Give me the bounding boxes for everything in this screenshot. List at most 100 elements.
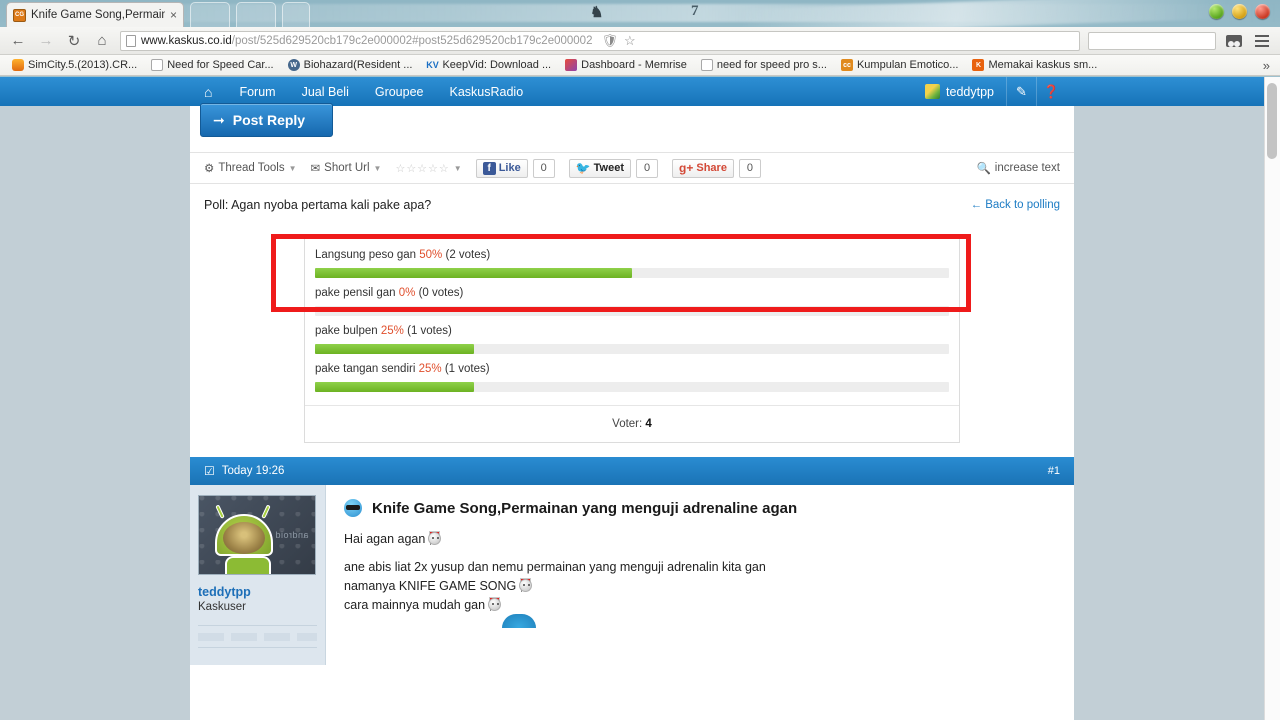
- twitter-tweet-label: Tweet: [593, 162, 625, 174]
- kaskus-icon: cc: [840, 59, 853, 71]
- nav-item-groupee[interactable]: Groupee: [362, 77, 437, 106]
- search-input[interactable]: [1088, 31, 1216, 50]
- thread-rating[interactable]: ☆☆☆☆☆ ▼: [395, 162, 461, 175]
- nav-item-kaskusradio[interactable]: KaskusRadio: [437, 77, 537, 106]
- url-hash: #post525d629520cb179c2e000002: [412, 34, 593, 47]
- post-text-line: ane abis liat 2x yusup dan nemu permaina…: [344, 560, 1056, 574]
- reply-arrow-icon: ➞: [213, 111, 225, 128]
- poll-option-percent: 0%: [398, 287, 416, 299]
- thread-tools-button[interactable]: ⚙ Thread Tools ▼: [204, 161, 297, 175]
- user-icon[interactable]: [1224, 31, 1244, 51]
- poll-option-votes: (0 votes): [418, 287, 464, 299]
- bookmark-item[interactable]: KV KeepVid: Download ...: [420, 58, 557, 72]
- kaskus-k-icon: K: [972, 59, 985, 71]
- page-icon: [151, 59, 164, 71]
- question-mark-icon[interactable]: ❓: [1036, 77, 1066, 106]
- post-author-username[interactable]: teddytpp: [198, 585, 317, 599]
- avatar[interactable]: android: [198, 495, 316, 575]
- poll-option-percent: 50%: [419, 249, 443, 261]
- checkbox-icon[interactable]: ☑: [204, 464, 215, 478]
- page-info-icon[interactable]: [126, 34, 136, 47]
- close-window-button[interactable]: [1255, 4, 1270, 19]
- address-bar[interactable]: www.kaskus.co.id/post/525d629520cb179c2e…: [120, 30, 1080, 51]
- poll-option-text: Langsung peso gan: [315, 249, 417, 261]
- forward-icon[interactable]: →: [36, 31, 56, 51]
- bookmark-item[interactable]: W Biohazard(Resident ...: [282, 58, 419, 72]
- url-id: 525d629520cb179c2e000002: [259, 34, 413, 47]
- back-icon[interactable]: ←: [8, 31, 28, 51]
- wordpress-icon: W: [287, 59, 300, 71]
- reload-icon[interactable]: ↻: [64, 31, 84, 51]
- post-author-title: Kaskuser: [198, 601, 246, 613]
- short-url-label: Short Url: [324, 162, 370, 174]
- bookmarks-overflow-icon[interactable]: »: [1263, 58, 1274, 73]
- facebook-like-widget[interactable]: f Like 0: [475, 158, 555, 178]
- post-number[interactable]: #1: [1048, 465, 1060, 477]
- poll-section: Poll: Agan nyoba pertama kali pake apa? …: [190, 184, 1074, 443]
- twitter-tweet-button[interactable]: 🐦 Tweet: [568, 158, 632, 178]
- post-reply-button[interactable]: ➞ Post Reply: [200, 103, 333, 137]
- tab-ghost-3: [282, 2, 310, 27]
- facebook-like-count: 0: [532, 158, 555, 178]
- address-bar-url: www.kaskus.co.id/post/525d629520cb179c2e…: [141, 35, 592, 47]
- thread-toolbar: ⚙ Thread Tools ▼ ✉ Short Url ▼ ☆☆☆☆☆ ▼ f…: [190, 152, 1074, 184]
- rating-stars-icon: ☆☆☆☆☆: [395, 162, 450, 175]
- avatar-icon: [925, 84, 941, 99]
- google-share-button[interactable]: g+ Share: [672, 158, 734, 178]
- nav-home-icon[interactable]: ⌂: [190, 77, 226, 106]
- sunglasses-emoticon-icon: [344, 499, 362, 517]
- bookmark-item[interactable]: Need for Speed Car...: [145, 58, 279, 72]
- post-body: android teddytpp Kaskuser Knife Game Son…: [190, 485, 1074, 665]
- post-user-panel: android teddytpp Kaskuser: [190, 485, 326, 665]
- chevron-down-icon: ▼: [373, 163, 382, 173]
- maximize-button[interactable]: [1232, 4, 1247, 19]
- bookmark-item[interactable]: need for speed pro s...: [695, 58, 833, 72]
- poll-option: pake bulpen 25% (1 votes): [315, 325, 949, 363]
- nav-item-jual-beli[interactable]: Jual Beli: [289, 77, 362, 106]
- google-plus-icon: g+: [679, 161, 694, 175]
- page-icon: [700, 59, 713, 71]
- page-gutter-right: [1074, 106, 1264, 720]
- avatar-droid-body: [225, 556, 271, 574]
- post-content: Knife Game Song,Permainan yang menguji a…: [326, 485, 1074, 665]
- browser-tab-active[interactable]: Knife Game Song,Permain ×: [6, 2, 184, 27]
- page-scrollbar[interactable]: [1264, 77, 1280, 720]
- site-nav-user-area: teddytpp ✎ ❓: [913, 77, 1066, 106]
- tab-close-icon[interactable]: ×: [170, 9, 177, 21]
- post-line-text: Hai agan agan: [344, 531, 426, 546]
- bookmark-item[interactable]: Dashboard - Memrise: [559, 58, 693, 72]
- poll-option-votes: (1 votes): [407, 325, 452, 337]
- facebook-like-label: Like: [498, 162, 521, 174]
- google-share-widget[interactable]: g+ Share 0: [672, 158, 761, 178]
- bookmark-label: Need for Speed Car...: [167, 59, 274, 71]
- bookmark-item[interactable]: SimCity.5.(2013).CR...: [6, 58, 143, 72]
- bookmarks-bar: SimCity.5.(2013).CR... Need for Speed Ca…: [0, 55, 1280, 76]
- bookmark-item[interactable]: cc Kumpulan Emotico...: [835, 58, 965, 72]
- nav-item-forum[interactable]: Forum: [226, 77, 288, 106]
- twitter-tweet-widget[interactable]: 🐦 Tweet 0: [568, 158, 659, 178]
- poll-option-percent: 25%: [418, 363, 442, 375]
- home-icon[interactable]: ⌂: [92, 31, 112, 51]
- back-to-polling-link[interactable]: ← Back to polling: [971, 199, 1061, 211]
- increase-text-button[interactable]: 🔍 increase text: [976, 161, 1060, 175]
- facebook-like-button[interactable]: f Like: [475, 158, 528, 178]
- minimize-button[interactable]: [1209, 4, 1224, 19]
- page-scrollbar-thumb[interactable]: [1267, 83, 1277, 159]
- pencil-icon[interactable]: ✎: [1006, 77, 1036, 106]
- short-url-button[interactable]: ✉ Short Url ▼: [311, 161, 382, 175]
- post-text-line: namanya KNIFE GAME SONG: [344, 578, 1056, 593]
- star-icon[interactable]: ☆: [624, 33, 636, 49]
- poll-header: Poll: Agan nyoba pertama kali pake apa? …: [204, 198, 1060, 212]
- poll-bar-fill: [315, 268, 632, 278]
- poll-results-box: Langsung peso gan 50% (2 votes) pake pen…: [304, 234, 960, 443]
- post-reply-row: ➞ Post Reply: [190, 103, 1074, 152]
- hamburger-menu-icon[interactable]: [1252, 31, 1272, 51]
- bookmark-item[interactable]: K Memakai kaskus sm...: [966, 58, 1103, 72]
- voter-label: Voter:: [612, 418, 643, 430]
- thread-content: ➞ Post Reply ⚙ Thread Tools ▼ ✉ Short Ur…: [190, 103, 1074, 720]
- poll-option-percent: 25%: [380, 325, 404, 337]
- shield-icon[interactable]: 🛡: [601, 33, 618, 49]
- user-menu[interactable]: teddytpp: [913, 84, 1006, 99]
- poll-bar-track: [315, 382, 949, 392]
- post-text-line: cara mainnya mudah gan: [344, 597, 1056, 612]
